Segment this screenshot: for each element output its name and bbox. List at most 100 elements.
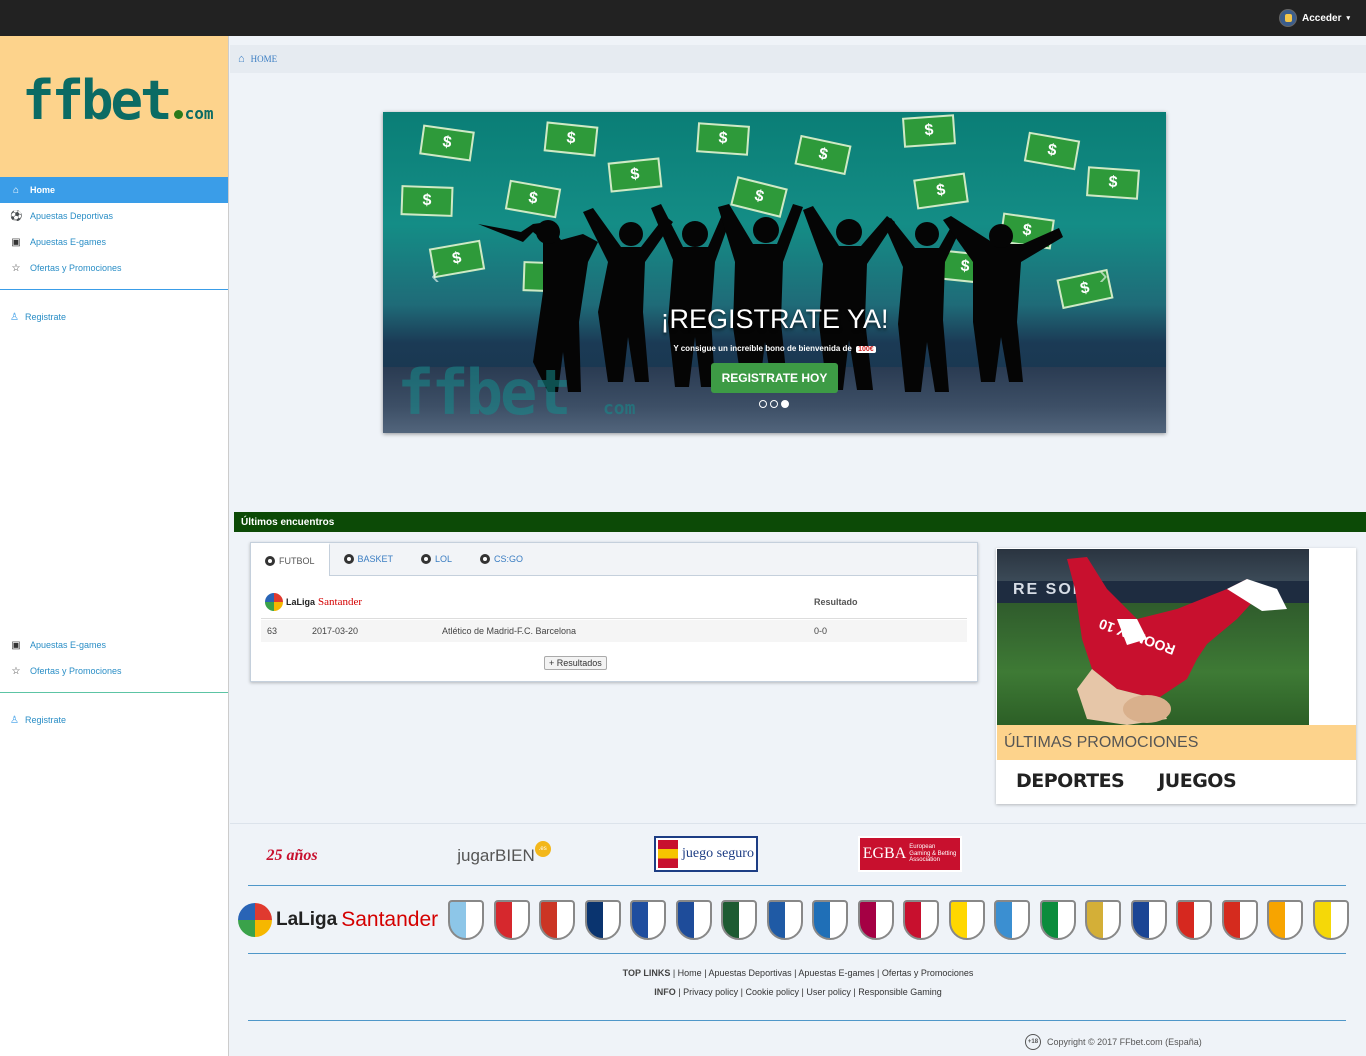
carousel-watermark-logo: ffbet com bbox=[397, 356, 636, 429]
club-crest-las-palmas[interactable] bbox=[948, 900, 985, 940]
club-crest-atl-tico[interactable] bbox=[539, 900, 576, 940]
star-icon: ☆ bbox=[11, 665, 21, 677]
footer-link[interactable]: Privacy policy bbox=[683, 987, 738, 997]
club-crest-celta[interactable] bbox=[448, 900, 485, 940]
sidebar: ffbet com ⌂ Home ⚽ Apuestas Deportivas ▣ … bbox=[0, 36, 229, 1056]
partner-label: jugarBIEN bbox=[457, 846, 535, 865]
partner-logo-egba[interactable]: EGBA European Gaming & Betting Associati… bbox=[858, 836, 962, 872]
club-crest-barcelona[interactable] bbox=[857, 900, 894, 940]
match-date: 2017-03-20 bbox=[312, 626, 359, 636]
laliga-emblem-icon bbox=[265, 593, 283, 611]
login-label: Acceder bbox=[1302, 12, 1342, 24]
user-icon: ♙ bbox=[10, 714, 19, 726]
club-crest-betis[interactable] bbox=[1039, 900, 1076, 940]
promo-carousel[interactable]: $ $ $ $ $ $ $ $ $ $ $ $ $ $ $ $ $ ffbet … bbox=[383, 112, 1166, 433]
club-crest-deportivo[interactable] bbox=[630, 900, 667, 940]
more-results-button[interactable]: + Resultados bbox=[544, 656, 607, 670]
footer-divider bbox=[248, 885, 1346, 886]
game-icon bbox=[421, 554, 432, 564]
sidebar-item-label: Registrate bbox=[24, 715, 66, 725]
promo-link-juegos[interactable]: JUEGOS bbox=[1158, 770, 1236, 792]
club-crest-osasuna[interactable] bbox=[584, 900, 621, 940]
club-crest-legan-s[interactable] bbox=[721, 900, 758, 940]
chevron-left-icon[interactable]: ‹ bbox=[431, 260, 440, 291]
footer-info-links: INFO | Privacy policy | Cookie policy | … bbox=[654, 987, 942, 997]
top-navbar: Acceder ▾ bbox=[0, 0, 1366, 36]
home-icon: ⌂ bbox=[12, 184, 20, 196]
league-brand: LaLiga bbox=[276, 909, 338, 930]
tab-lol[interactable]: LOL bbox=[407, 543, 466, 575]
match-teams: Atlético de Madrid-F.C. Barcelona bbox=[442, 626, 577, 636]
tab-basket[interactable]: BASKET bbox=[330, 543, 408, 575]
club-crest-espanyol[interactable] bbox=[812, 900, 849, 940]
carousel-dot-active[interactable] bbox=[781, 400, 789, 408]
club-crest-athletic[interactable] bbox=[493, 900, 530, 940]
chevron-right-icon[interactable]: › bbox=[1099, 260, 1108, 291]
club-crest-villarreal[interactable] bbox=[1312, 900, 1349, 940]
sidebar-item-apuestas-deportivas[interactable]: ⚽ Apuestas Deportivas bbox=[0, 203, 228, 229]
match-result: 0-0 bbox=[814, 626, 828, 636]
club-crest-sporting[interactable] bbox=[1221, 900, 1258, 940]
club-crest-eibar[interactable] bbox=[675, 900, 712, 940]
carousel-title: ¡REGISTRATE YA! bbox=[660, 304, 889, 334]
sidebar-item-label: Ofertas y Promociones bbox=[30, 666, 122, 676]
caret-down-icon: ▾ bbox=[1346, 15, 1350, 22]
carousel-subtitle: Y consigue un increíble bono de bienveni… bbox=[673, 344, 876, 353]
home-icon: ⌂ bbox=[238, 53, 245, 65]
club-crest-granada[interactable] bbox=[903, 900, 940, 940]
partner-badge: .es bbox=[534, 841, 551, 857]
logo-area[interactable]: ffbet com bbox=[0, 36, 228, 177]
carousel-dot[interactable] bbox=[759, 400, 767, 408]
footer-divider bbox=[248, 953, 1346, 954]
sidebar-item-label: Ofertas y Promociones bbox=[30, 263, 122, 273]
promo-links: DEPORTES JUEGOS bbox=[1016, 770, 1237, 792]
club-crest-real-madrid[interactable] bbox=[1085, 900, 1122, 940]
club-crest-sevilla[interactable] bbox=[1176, 900, 1213, 940]
sidebar-item-apuestas-egames[interactable]: ▣ Apuestas E-games bbox=[0, 229, 228, 255]
club-crest-m-laga[interactable] bbox=[994, 900, 1031, 940]
partner-logo-jugarbien[interactable]: jugarBIEN .es bbox=[454, 836, 554, 876]
laliga-logo: LaLiga Santander bbox=[265, 593, 362, 611]
sidebar-item-ofertas[interactable]: ☆ Ofertas y Promociones bbox=[0, 658, 228, 684]
footer-link[interactable]: User policy bbox=[806, 987, 851, 997]
sidebar-item-label: Apuestas E-games bbox=[30, 237, 107, 247]
tab-futbol[interactable]: FUTBOL bbox=[251, 543, 330, 576]
results-table-header: LaLiga Santander Resultado bbox=[261, 591, 967, 619]
club-crest-real-sociedad[interactable] bbox=[1130, 900, 1167, 940]
partner-sublabel: European Gaming & Betting Association bbox=[909, 844, 957, 864]
footer-link[interactable]: Cookie policy bbox=[745, 987, 799, 997]
club-crest-valencia[interactable] bbox=[1267, 900, 1304, 940]
sidebar-item-ofertas[interactable]: ☆ Ofertas y Promociones bbox=[0, 255, 228, 281]
sidebar-item-label: Apuestas E-games bbox=[30, 640, 107, 650]
sidebar-item-registrate[interactable]: ♙ Registrate bbox=[0, 707, 228, 733]
table-row[interactable]: 63 2017-03-20 Atlético de Madrid-F.C. Ba… bbox=[261, 620, 967, 642]
breadcrumb-home-link[interactable]: HOME bbox=[251, 54, 278, 64]
carousel-indicators bbox=[759, 400, 789, 408]
tab-csgo[interactable]: CS:GO bbox=[466, 543, 537, 575]
tab-label: FUTBOL bbox=[279, 555, 315, 566]
tab-label: BASKET bbox=[357, 554, 394, 564]
login-menu[interactable]: Acceder ▾ bbox=[1279, 9, 1350, 27]
laliga-emblem-icon bbox=[238, 903, 272, 937]
carousel-dot[interactable] bbox=[770, 400, 778, 408]
sidebar-item-apuestas-egames[interactable]: ▣ Apuestas E-games bbox=[0, 632, 228, 658]
tab-label: CS:GO bbox=[494, 554, 524, 564]
club-crest-alav-s[interactable] bbox=[766, 900, 803, 940]
section-header-ultimos-encuentros: Últimos encuentros bbox=[234, 512, 1366, 532]
footer-link[interactable]: Responsible Gaming bbox=[858, 987, 942, 997]
sidebar-item-home[interactable]: ⌂ Home bbox=[0, 177, 228, 203]
sidebar-item-registrate[interactable]: ♙ Registrate bbox=[0, 304, 228, 330]
footer-link[interactable]: Ofertas y Promociones bbox=[882, 968, 974, 978]
promo-image[interactable]: RE SONY ROONEY 10 bbox=[997, 549, 1309, 725]
star-icon: ☆ bbox=[11, 262, 21, 274]
promo-link-deportes[interactable]: DEPORTES bbox=[1016, 770, 1125, 792]
footer-link[interactable]: Home bbox=[678, 968, 702, 978]
laliga-logo[interactable]: LaLiga Santander bbox=[238, 903, 438, 937]
breadcrumb: ⌂ HOME bbox=[230, 45, 1366, 73]
league-sponsor: Santander bbox=[318, 596, 362, 608]
register-cta-button[interactable]: REGISTRATE HOY bbox=[711, 363, 838, 393]
partner-logo-25-anos[interactable]: 25 años bbox=[246, 836, 338, 876]
footer-link[interactable]: Apuestas E-games bbox=[798, 968, 874, 978]
footer-link[interactable]: Apuestas Deportivas bbox=[709, 968, 792, 978]
partner-logo-juego-seguro[interactable]: juego seguro bbox=[654, 836, 758, 872]
